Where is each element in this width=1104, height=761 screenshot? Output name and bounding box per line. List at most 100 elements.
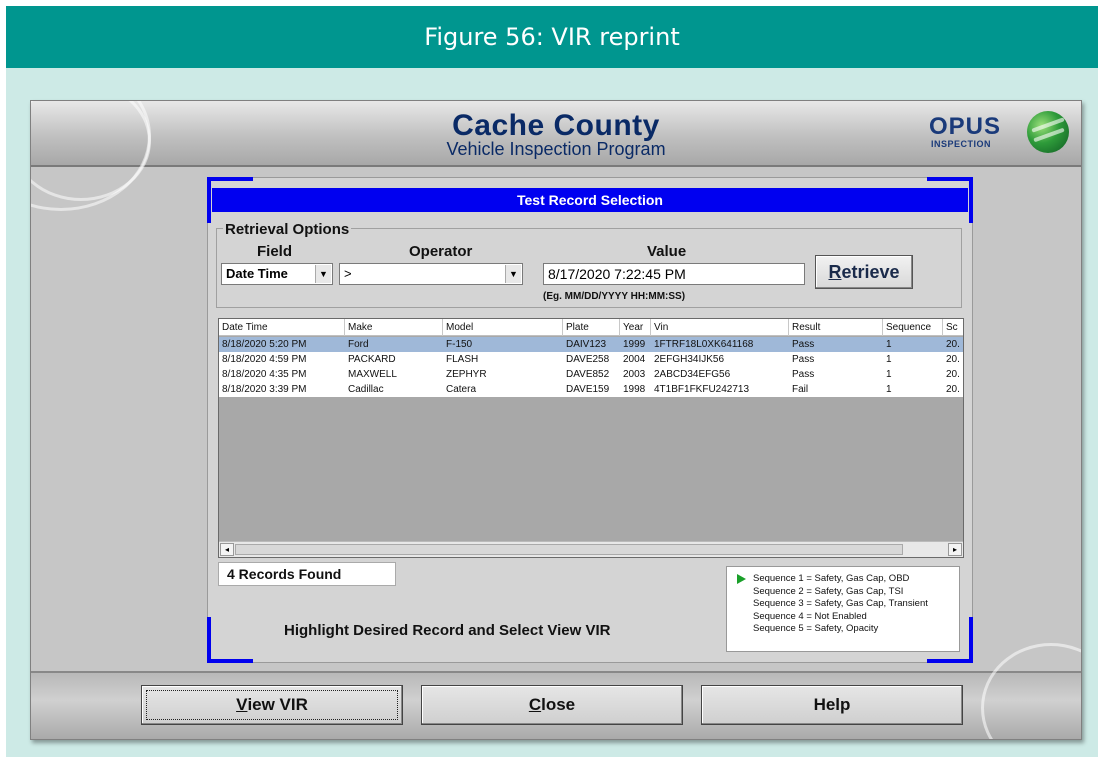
retrieval-options-legend: Retrieval Options bbox=[223, 221, 352, 238]
sequence-text: Sequence 2 = Safety, Gas Cap, TSI bbox=[753, 585, 904, 597]
table-cell: 2003 bbox=[623, 369, 646, 380]
table-cell: F-150 bbox=[446, 339, 473, 350]
test-record-selection-panel: Test Record Selection Retrieval Options … bbox=[207, 177, 973, 663]
field-select[interactable]: Date Time ▼ bbox=[221, 263, 333, 285]
opus-logo: OPUS INSPECTION bbox=[929, 111, 1069, 155]
table-cell: 20. bbox=[946, 384, 960, 395]
app-window: Cache County Vehicle Inspection Program … bbox=[30, 100, 1082, 740]
globe-icon bbox=[1027, 111, 1069, 153]
records-found-label: 4 Records Found bbox=[218, 562, 396, 586]
retrieve-label: etrieve bbox=[841, 261, 900, 282]
table-cell: PACKARD bbox=[348, 354, 396, 365]
table-cell: MAXWELL bbox=[348, 369, 397, 380]
field-label: Field bbox=[257, 243, 293, 260]
table-row[interactable]: 8/18/2020 4:59 PM PACKARD FLASH DAVE258 2004… bbox=[219, 352, 963, 367]
sequence-text: Sequence 5 = Safety, Opacity bbox=[753, 623, 879, 634]
column-header[interactable]: Sc bbox=[943, 319, 963, 336]
table-cell: 8/18/2020 3:39 PM bbox=[222, 384, 307, 395]
table-cell: 20. bbox=[946, 369, 960, 380]
column-header[interactable]: Vin bbox=[651, 319, 789, 336]
page: Figure 56: VIR reprint Cache County Vehi… bbox=[0, 0, 1104, 761]
records-grid[interactable]: Date Time Make Model Plate Year Vin Result Sequ… bbox=[218, 318, 964, 558]
scrollbar-thumb[interactable] bbox=[235, 544, 903, 555]
instruction-text: Highlight Desired Record and Select View… bbox=[284, 622, 611, 639]
app-subtitle: Vehicle Inspection Program bbox=[446, 139, 666, 159]
table-cell: 20. bbox=[946, 339, 960, 350]
panel-title: Test Record Selection bbox=[212, 188, 968, 212]
value-label: Value bbox=[647, 243, 687, 260]
scroll-right-icon[interactable]: ▸ bbox=[948, 543, 962, 556]
operator-label: Operator bbox=[409, 243, 473, 260]
table-cell: 1999 bbox=[623, 339, 646, 350]
view-vir-button[interactable]: View VIR bbox=[141, 685, 403, 725]
operator-select-value: > bbox=[344, 266, 352, 281]
table-cell: FLASH bbox=[446, 354, 479, 365]
title-banner: Cache County Vehicle Inspection Program … bbox=[31, 101, 1081, 211]
column-header[interactable]: Plate bbox=[563, 319, 620, 336]
help-label: Help bbox=[813, 695, 851, 714]
table-cell: 1 bbox=[886, 369, 892, 380]
chevron-down-icon[interactable]: ▼ bbox=[315, 265, 331, 283]
table-cell: 2004 bbox=[623, 354, 646, 365]
logo-text: OPUS bbox=[929, 113, 1002, 140]
figure-caption: Figure 56: VIR reprint bbox=[6, 6, 1098, 68]
column-header[interactable]: Year bbox=[620, 319, 651, 336]
table-row[interactable]: 8/18/2020 3:39 PM Cadillac Catera DAVE159 19… bbox=[219, 382, 963, 397]
column-header[interactable]: Sequence bbox=[883, 319, 943, 336]
sequence-line: Sequence 1 = Safety, Gas Cap, OBD bbox=[733, 573, 959, 586]
horizontal-scrollbar[interactable]: ◂ ▸ bbox=[219, 541, 963, 557]
sequence-text: Sequence 1 = Safety, Gas Cap, OBD bbox=[753, 573, 910, 584]
table-row[interactable]: 8/18/2020 5:20 PM Ford F-150 DAIV123 1999 1FT… bbox=[219, 337, 963, 352]
logo-subtext: INSPECTION bbox=[931, 139, 992, 149]
table-cell: Fail bbox=[792, 384, 809, 395]
sequence-text: Sequence 3 = Safety, Gas Cap, Transient bbox=[753, 598, 928, 609]
table-cell: 1 bbox=[886, 354, 892, 365]
table-cell: 1FTRF18L0XK641168 bbox=[654, 339, 754, 350]
operator-select[interactable]: > ▼ bbox=[339, 263, 523, 285]
table-cell: 4T1BF1FKFU242713 bbox=[654, 384, 750, 395]
table-row[interactable]: 8/18/2020 4:35 PM MAXWELL ZEPHYR DAVE852 200… bbox=[219, 367, 963, 382]
table-cell: 20. bbox=[946, 354, 960, 365]
table-cell: DAVE159 bbox=[566, 384, 610, 395]
sequence-line: Sequence 4 = Not Enabled bbox=[733, 611, 959, 624]
table-cell: ZEPHYR bbox=[446, 369, 487, 380]
view-vir-label: iew VIR bbox=[247, 695, 308, 714]
bottom-button-bar: View VIR Close Help bbox=[31, 643, 1081, 739]
value-format-hint: (Eg. MM/DD/YYYY HH:MM:SS) bbox=[543, 291, 686, 302]
table-cell: Ford bbox=[348, 339, 369, 350]
close-accel: C bbox=[528, 695, 542, 714]
retrieve-accel: R bbox=[828, 261, 842, 282]
table-cell: Pass bbox=[792, 339, 815, 350]
field-select-value: Date Time bbox=[226, 266, 288, 281]
table-cell: Cadillac bbox=[348, 384, 384, 395]
column-header[interactable]: Model bbox=[443, 319, 563, 336]
chevron-down-icon[interactable]: ▼ bbox=[505, 265, 521, 283]
table-cell: DAIV123 bbox=[566, 339, 607, 350]
table-cell: 1998 bbox=[623, 384, 646, 395]
sequence-legend: Sequence 1 = Safety, Gas Cap, OBD Sequen… bbox=[726, 566, 960, 652]
scroll-left-icon[interactable]: ◂ bbox=[220, 543, 234, 556]
close-button[interactable]: Close bbox=[421, 685, 683, 725]
grid-header: Date Time Make Model Plate Year Vin Result Sequ… bbox=[219, 319, 963, 336]
column-header[interactable]: Result bbox=[789, 319, 883, 336]
sequence-text: Sequence 4 = Not Enabled bbox=[753, 610, 867, 622]
close-label: lose bbox=[541, 695, 576, 714]
table-cell: 2ABCD34EFG56 bbox=[654, 369, 731, 380]
retrieve-button[interactable]: Retrieve bbox=[815, 255, 913, 289]
help-button[interactable]: Help bbox=[701, 685, 963, 725]
view-vir-accel: V bbox=[236, 695, 248, 714]
column-header[interactable]: Date Time bbox=[219, 319, 345, 336]
sequence-line: Sequence 3 = Safety, Gas Cap, Transient bbox=[733, 598, 959, 611]
decorative-swirl bbox=[981, 643, 1081, 739]
table-cell: 8/18/2020 5:20 PM bbox=[222, 339, 307, 350]
value-input[interactable]: 8/17/2020 7:22:45 PM bbox=[543, 263, 805, 285]
table-cell: DAVE852 bbox=[566, 369, 610, 380]
table-cell: 1 bbox=[886, 339, 892, 350]
table-cell: 1 bbox=[886, 384, 892, 395]
table-cell: 8/18/2020 4:35 PM bbox=[222, 369, 307, 380]
sequence-line: Sequence 2 = Safety, Gas Cap, TSI bbox=[733, 586, 959, 599]
column-header[interactable]: Make bbox=[345, 319, 443, 336]
table-cell: 8/18/2020 4:59 PM bbox=[222, 354, 307, 365]
play-arrow-icon bbox=[737, 574, 746, 584]
table-cell: 2EFGH34IJK56 bbox=[654, 354, 725, 365]
